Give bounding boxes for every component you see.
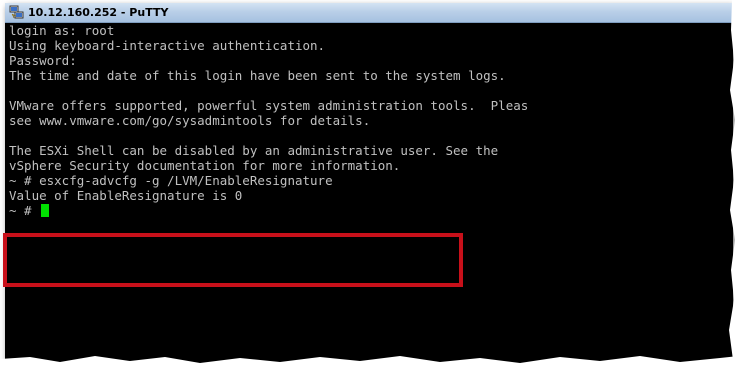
torn-edge-right [729,0,748,385]
terminal-area[interactable]: login as: root Using keyboard-interactiv… [5,23,733,365]
terminal-line: Password: [9,53,77,68]
terminal-line: login as: root [9,23,115,38]
terminal-line: vSphere Security documentation for more … [9,158,401,173]
terminal-output-line: Value of EnableResignature is 0 [9,188,243,203]
terminal-command-line: ~ # esxcfg-advcfg -g /LVM/EnableResignat… [9,173,333,188]
terminal-line: The ESXi Shell can be disabled by an adm… [9,143,499,158]
terminal-prompt-line: ~ # [9,203,50,218]
terminal-line: see www.vmware.com/go/sysadmintools for … [9,113,371,128]
terminal-line: VMware offers supported, powerful system… [9,98,529,113]
shell-prompt: ~ # [9,203,40,218]
putty-computer-icon [9,5,24,19]
torn-edge-bottom [0,355,748,385]
putty-window: 10.12.160.252 - PuTTY login as: root Usi… [5,3,733,365]
title-bar[interactable]: 10.12.160.252 - PuTTY [5,3,733,23]
terminal-line: Using keyboard-interactive authenticatio… [9,38,326,53]
text-cursor [41,204,50,217]
window-title: 10.12.160.252 - PuTTY [28,6,169,19]
terminal-line: The time and date of this login have bee… [9,68,506,83]
